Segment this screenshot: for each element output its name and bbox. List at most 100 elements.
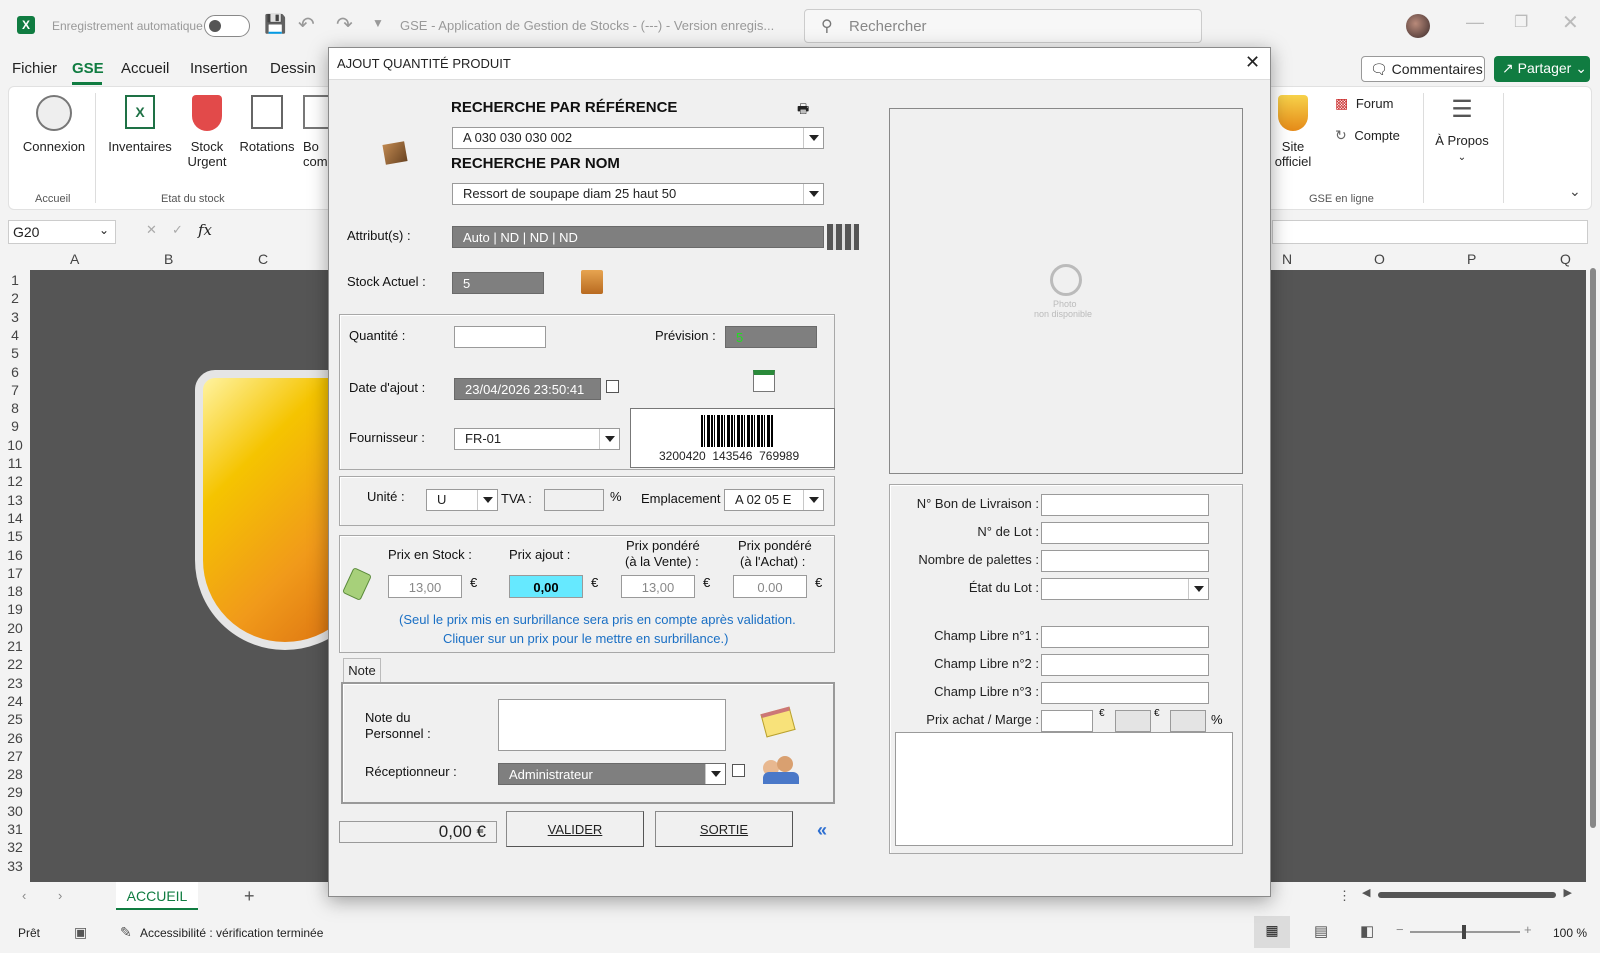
row-number[interactable]: 12 (0, 473, 30, 489)
tab-gse[interactable]: GSE (72, 60, 104, 77)
forum-button[interactable]: ▩ Forum (1335, 95, 1415, 112)
row-number[interactable]: 3 (0, 309, 30, 325)
col-q[interactable]: Q (1560, 251, 1571, 267)
connexion-button[interactable]: Connexion (19, 95, 89, 175)
col-o[interactable]: O (1374, 251, 1385, 267)
macro-record-icon[interactable]: ▣ (74, 924, 87, 941)
row-number[interactable]: 11 (0, 455, 30, 471)
tab-accueil[interactable]: Accueil (121, 60, 169, 77)
zoom-in-icon[interactable]: + (1524, 922, 1532, 937)
validate-button[interactable]: VALIDER (506, 811, 644, 847)
lot-input[interactable] (1041, 522, 1209, 544)
receiver-checkbox[interactable] (732, 764, 745, 777)
chevron-down-icon[interactable] (705, 764, 725, 784)
receiver-combo[interactable]: Administrateur (498, 763, 726, 785)
row-number[interactable]: 6 (0, 364, 30, 380)
row-number[interactable]: 20 (0, 620, 30, 636)
page-layout-icon[interactable]: ▤ (1314, 922, 1328, 940)
row-number[interactable]: 5 (0, 345, 30, 361)
date-checkbox[interactable] (606, 380, 619, 393)
price-stock-value[interactable]: 13,00 (388, 575, 462, 598)
row-number[interactable]: 18 (0, 583, 30, 599)
redo-icon[interactable]: ↷ (336, 12, 353, 37)
formula-input[interactable] (1272, 220, 1588, 244)
row-number[interactable]: 4 (0, 327, 30, 343)
note-tab[interactable]: Note (343, 658, 381, 682)
zoom-slider[interactable] (1410, 925, 1520, 939)
horizontal-scrollbar[interactable]: ◀ ▶ (1362, 887, 1572, 900)
normal-view-button[interactable]: ▦ (1254, 916, 1290, 948)
scan-icon[interactable]: 🖶 (797, 100, 809, 122)
accessibility-icon[interactable]: ✎ (120, 924, 132, 941)
row-number[interactable]: 10 (0, 437, 30, 453)
chevron-down-icon[interactable] (599, 429, 619, 449)
collapse-double-chevron-icon[interactable]: « (817, 820, 827, 841)
delivery-input[interactable] (1041, 494, 1209, 516)
close-window-icon[interactable]: ✕ (1562, 10, 1579, 35)
tab-fichier[interactable]: Fichier (12, 60, 57, 77)
avatar[interactable] (1406, 14, 1430, 38)
col-c[interactable]: C (258, 251, 268, 267)
tab-insertion[interactable]: Insertion (190, 60, 248, 77)
more-options-icon[interactable]: ⋮ (1338, 888, 1351, 904)
price-sale-value[interactable]: 13,00 (621, 575, 695, 598)
supplier-combo[interactable]: FR-01 (454, 428, 620, 450)
row-number[interactable]: 14 (0, 510, 30, 526)
minimize-icon[interactable]: — (1466, 12, 1484, 33)
search-ref-combo[interactable]: A 030 030 030 002 (452, 127, 824, 149)
row-number[interactable]: 2 (0, 290, 30, 306)
row-number[interactable]: 15 (0, 528, 30, 544)
chevron-down-icon[interactable] (803, 128, 823, 148)
comments-button[interactable]: 🗨 Commentaires (1361, 56, 1485, 82)
chevron-down-icon[interactable] (477, 490, 497, 510)
row-number[interactable]: 30 (0, 803, 30, 819)
info-textarea[interactable] (895, 732, 1233, 846)
row-number[interactable]: 13 (0, 492, 30, 508)
row-number[interactable]: 7 (0, 382, 30, 398)
chevron-down-icon[interactable] (803, 184, 823, 204)
row-number[interactable]: 1 (0, 272, 30, 288)
free2-input[interactable] (1041, 654, 1209, 676)
row-number[interactable]: 21 (0, 638, 30, 654)
note-textarea[interactable] (498, 699, 726, 751)
prev-sheet-icon[interactable]: ‹ (22, 888, 26, 903)
accessibility-status[interactable]: Accessibilité : vérification terminée (140, 926, 323, 940)
dialog-close-icon[interactable]: ✕ (1245, 52, 1260, 73)
share-button[interactable]: ↗ Partager ⌄ (1494, 56, 1590, 82)
price-buy-value[interactable]: 0.00 (733, 575, 807, 598)
confirm-formula-icon[interactable]: ✓ (172, 222, 183, 238)
name-box[interactable]: G20 ⌄ (8, 220, 116, 244)
add-sheet-icon[interactable]: + (244, 886, 255, 907)
chevron-down-icon[interactable] (1188, 579, 1208, 599)
row-number[interactable]: 28 (0, 766, 30, 782)
binders-icon[interactable] (827, 224, 859, 250)
row-number[interactable]: 16 (0, 547, 30, 563)
row-number[interactable]: 8 (0, 400, 30, 416)
apropos-button[interactable]: ☰ À Propos ⌄ (1429, 95, 1495, 163)
row-number[interactable]: 32 (0, 839, 30, 855)
users-icon[interactable] (763, 756, 801, 784)
collapse-ribbon-icon[interactable]: ⌄ (1569, 183, 1581, 200)
row-number[interactable]: 24 (0, 693, 30, 709)
exit-button[interactable]: SORTIE (655, 811, 793, 847)
restore-icon[interactable]: ❐ (1514, 12, 1528, 32)
pallets-input[interactable] (1041, 550, 1209, 572)
margin-value-input[interactable] (1115, 710, 1151, 732)
row-number[interactable]: 9 (0, 418, 30, 434)
row-number[interactable]: 31 (0, 821, 30, 837)
row-number[interactable]: 25 (0, 711, 30, 727)
cancel-formula-icon[interactable]: ✕ (146, 222, 157, 238)
chevron-down-icon[interactable] (803, 490, 823, 510)
col-a[interactable]: A (70, 251, 79, 267)
col-b[interactable]: B (164, 251, 173, 267)
lot-state-combo[interactable] (1041, 578, 1209, 600)
price-add-value[interactable]: 0,00 (509, 575, 583, 598)
row-number[interactable]: 23 (0, 675, 30, 691)
buy-price-input[interactable] (1041, 710, 1093, 732)
tva-input[interactable] (544, 489, 604, 511)
compte-button[interactable]: ↻ Compte (1335, 127, 1415, 144)
col-p[interactable]: P (1467, 251, 1476, 267)
autosave-toggle[interactable] (204, 15, 250, 37)
zoom-out-icon[interactable]: − (1396, 922, 1404, 937)
location-combo[interactable]: A 02 05 E (724, 489, 824, 511)
